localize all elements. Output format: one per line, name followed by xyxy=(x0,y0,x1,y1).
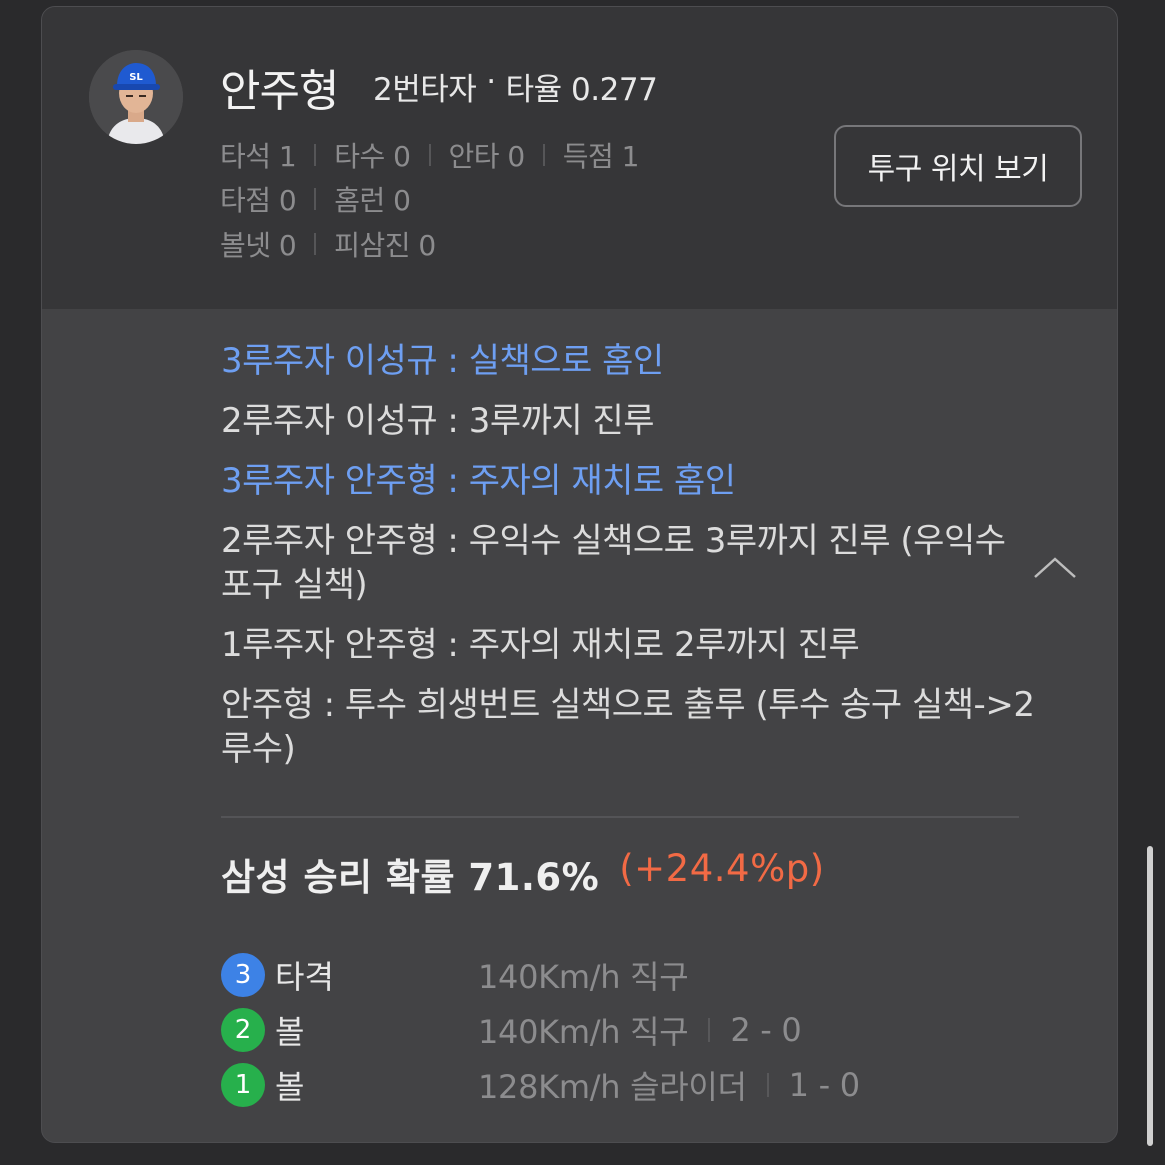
stat-item: 홈런 0 xyxy=(334,184,411,217)
section-divider xyxy=(221,816,1019,818)
stat-row: 타석 1 타수 0 안타 0 득점 1 xyxy=(220,135,640,175)
stat-item: 타점 0 xyxy=(220,184,297,217)
pitch-detail: 128Km/h 슬라이더 1 - 0 xyxy=(478,1062,860,1108)
pitch-result: 볼 xyxy=(275,1012,305,1051)
player-subtitle: 2번타자 · 타율 0.277 xyxy=(373,64,658,109)
scrollbar[interactable] xyxy=(1147,846,1153,1146)
win-probability: 삼성 승리 확률 71.6% (+24.4%p) xyxy=(221,847,825,901)
stat-item: 볼넷 0 xyxy=(220,229,297,262)
event-item: 3루주자 이성규 : 실책으로 홈인 xyxy=(221,341,664,381)
event-item: 안주형 : 투수 희생번트 실책으로 출루 (투수 송구 실책->2루수) xyxy=(221,685,1035,769)
stat-item: 안타 0 xyxy=(448,140,526,173)
pitch-location-button[interactable]: 투구 위치 보기 xyxy=(834,125,1082,207)
pitch-result: 타격 xyxy=(275,957,334,996)
player-header: SL 안주형 2번타자 · 타율 0.277 타석 1 타수 0 안타 0 득점… xyxy=(42,7,1117,309)
pitch-list: 3 타격 140Km/h 직구 2 볼 140Km/h 직구 2 - 0 1 볼… xyxy=(221,947,1021,1112)
svg-text:SL: SL xyxy=(129,72,143,83)
divider xyxy=(314,233,317,255)
play-card: SL 안주형 2번타자 · 타율 0.277 타석 1 타수 0 안타 0 득점… xyxy=(41,6,1118,1143)
separator-dot: · xyxy=(486,64,496,100)
pitch-speed-type: 140Km/h 직구 xyxy=(478,1012,689,1051)
stat-row: 볼넷 0 피삼진 0 xyxy=(220,224,436,264)
pitch-count: 2 - 0 xyxy=(730,1010,802,1049)
win-probability-delta: (+24.4%p) xyxy=(619,847,825,890)
divider xyxy=(542,144,545,166)
divider xyxy=(428,144,431,166)
event-item: 1루주자 안주형 : 주자의 재치로 2루까지 진루 xyxy=(221,625,860,665)
player-name: 안주형 xyxy=(220,66,339,117)
pitch-number-badge: 1 xyxy=(221,1062,265,1107)
pitch-number-badge: 3 xyxy=(221,952,265,997)
divider xyxy=(766,1072,769,1097)
event-item: 2루주자 이성규 : 3루까지 진루 xyxy=(221,401,655,441)
divider xyxy=(708,1017,711,1042)
stat-row: 타점 0 홈런 0 xyxy=(220,179,411,219)
stat-item: 타수 0 xyxy=(334,140,411,173)
pitch-speed-type: 140Km/h 직구 xyxy=(478,957,689,996)
player-photo-icon: SL xyxy=(89,50,183,144)
player-avatar: SL xyxy=(89,50,183,144)
pitch-number-badge: 2 xyxy=(221,1007,265,1052)
stat-item: 피삼진 0 xyxy=(334,229,436,262)
batting-average: 타율 0.277 xyxy=(505,72,658,108)
divider xyxy=(314,144,317,166)
pitch-row: 2 볼 140Km/h 직구 2 - 0 xyxy=(221,1002,1021,1057)
event-item: 3루주자 안주형 : 주자의 재치로 홈인 xyxy=(221,461,736,501)
pitch-row: 1 볼 128Km/h 슬라이더 1 - 0 xyxy=(221,1057,1021,1112)
pitch-count: 1 - 0 xyxy=(788,1065,860,1104)
stat-item: 득점 1 xyxy=(562,140,640,173)
pitch-speed-type: 128Km/h 슬라이더 xyxy=(478,1067,747,1106)
pitch-result: 볼 xyxy=(275,1067,305,1106)
event-item: 2루주자 안주형 : 우익수 실책으로 3루까지 진루 (우익수 포구 실책) xyxy=(221,521,1006,605)
batting-order: 2번타자 xyxy=(373,72,477,108)
pitch-detail: 140Km/h 직구 2 - 0 xyxy=(478,1007,802,1053)
chevron-up-icon xyxy=(1034,557,1076,578)
win-probability-label: 삼성 승리 확률 71.6% xyxy=(221,856,600,899)
pitch-row: 3 타격 140Km/h 직구 xyxy=(221,947,1021,1002)
divider xyxy=(314,188,317,210)
collapse-button[interactable] xyxy=(1032,547,1078,587)
event-list: 3루주자 이성규 : 실책으로 홈인 2루주자 이성규 : 3루까지 진루 3루… xyxy=(221,339,1041,787)
stat-item: 타석 1 xyxy=(220,140,297,173)
pitch-detail: 140Km/h 직구 xyxy=(478,952,689,998)
